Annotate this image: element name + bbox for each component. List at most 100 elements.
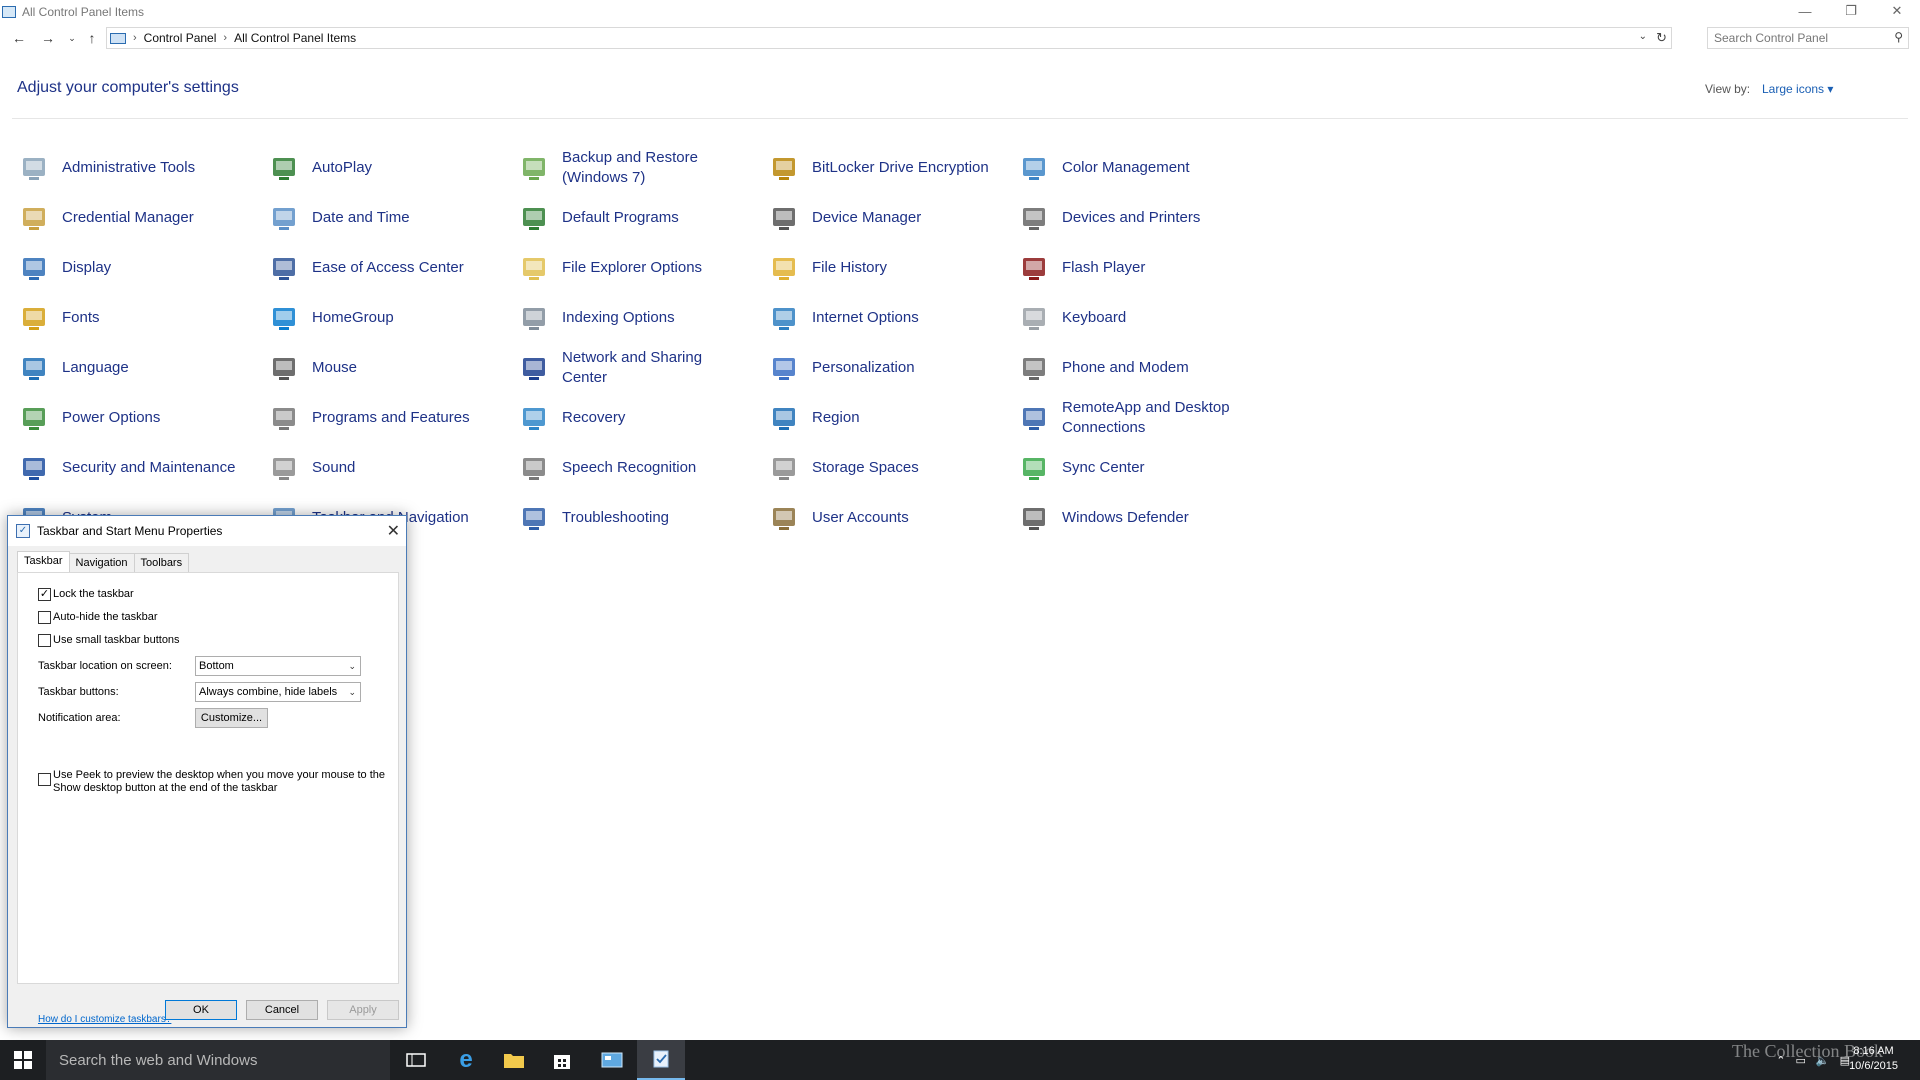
item-network-and-sharing-center[interactable]: Network and Sharing Center [500,346,750,390]
item-autoplay[interactable]: AutoPlay [250,146,500,190]
chevron-up-icon[interactable]: ⌃ [1776,1054,1785,1067]
dialog-close-icon[interactable]: ✕ [387,521,400,541]
item-region[interactable]: Region [750,396,1000,440]
tab-toolbars[interactable]: Toolbars [133,553,190,573]
item-storage-spaces[interactable]: Storage Spaces [750,446,1000,490]
item-label: Color Management [1062,159,1190,176]
clock[interactable]: 8:16 AM 10/6/2015 [1849,1044,1898,1074]
view-by-dropdown[interactable]: Large icons ▾ [1762,82,1833,96]
auto-hide-checkbox[interactable] [38,611,51,624]
item-mouse[interactable]: Mouse [250,346,500,390]
tab-taskbar[interactable]: Taskbar [17,551,70,573]
peek-label: Use Peek to preview the desktop when you… [53,769,386,794]
item-administrative-tools[interactable]: Administrative Tools [0,146,250,190]
item-user-accounts[interactable]: User Accounts [750,496,1000,540]
volume-icon[interactable]: 🔈 [1816,1054,1830,1067]
system-tray: ⌃ ▭ 🔈 ▤ [1776,1040,1850,1080]
back-button[interactable]: ← [9,28,29,48]
peek-option[interactable]: Use Peek to preview the desktop when you… [38,769,388,795]
item-label: Internet Options [812,309,919,326]
up-button[interactable]: ↑ [82,28,102,48]
item-speech-recognition[interactable]: Speech Recognition [500,446,750,490]
ok-button[interactable]: OK [165,1000,237,1020]
help-link[interactable]: How do I customize taskbars? [38,1014,171,1025]
minimize-icon: — [1798,3,1812,19]
taskbar-properties-taskbar-button[interactable] [637,1040,685,1080]
forward-button[interactable]: → [38,28,58,48]
item-indexing-options[interactable]: Indexing Options [500,296,750,340]
item-fonts[interactable]: Fonts [0,296,250,340]
item-security-and-maintenance[interactable]: Security and Maintenance [0,446,250,490]
control-panel-taskbar-button[interactable] [588,1040,636,1080]
customize-button[interactable]: Customize... [195,708,268,728]
refresh-icon[interactable]: ↻ [1656,30,1667,46]
file-explorer-button[interactable] [490,1040,538,1080]
item-color-management[interactable]: Color Management [1000,146,1250,190]
minimize-button[interactable]: — [1782,0,1828,22]
item-label: Security and Maintenance [62,459,236,476]
start-button[interactable] [0,1040,46,1080]
dropdown-arrow-icon: ▾ [1827,82,1834,96]
security-and-maintenance-icon [18,452,50,484]
item-internet-options[interactable]: Internet Options [750,296,1000,340]
item-backup-and-restore-windows-7[interactable]: Backup and Restore (Windows 7) [500,146,750,190]
cancel-button[interactable]: Cancel [246,1000,318,1020]
speech-recognition-icon [518,452,550,484]
item-remoteapp-and-desktop-connections[interactable]: RemoteApp and Desktop Connections [1000,396,1250,440]
item-windows-defender[interactable]: Windows Defender [1000,496,1250,540]
restore-button[interactable]: ❐ [1828,0,1874,22]
item-file-history[interactable]: File History [750,246,1000,290]
item-default-programs[interactable]: Default Programs [500,196,750,240]
item-devices-and-printers[interactable]: Devices and Printers [1000,196,1250,240]
item-keyboard[interactable]: Keyboard [1000,296,1250,340]
recent-locations-button[interactable]: ⌄ [62,28,82,48]
item-sync-center[interactable]: Sync Center [1000,446,1250,490]
item-flash-player[interactable]: Flash Player [1000,246,1250,290]
small-buttons-option[interactable]: Use small taskbar buttons [38,634,180,647]
apply-button[interactable]: Apply [327,1000,399,1020]
item-recovery[interactable]: Recovery [500,396,750,440]
task-view-button[interactable] [392,1040,440,1080]
item-file-explorer-options[interactable]: File Explorer Options [500,246,750,290]
address-dropdown-icon[interactable]: ⌄ [1639,31,1647,42]
item-programs-and-features[interactable]: Programs and Features [250,396,500,440]
edge-button[interactable]: e [442,1040,490,1080]
breadcrumb-all-items[interactable]: All Control Panel Items [234,31,356,45]
item-date-and-time[interactable]: Date and Time [250,196,500,240]
network-icon[interactable]: ▭ [1795,1054,1805,1067]
item-ease-of-access-center[interactable]: Ease of Access Center [250,246,500,290]
item-sound[interactable]: Sound [250,446,500,490]
item-power-options[interactable]: Power Options [0,396,250,440]
ease-of-access-center-icon [268,252,300,284]
item-phone-and-modem[interactable]: Phone and Modem [1000,346,1250,390]
taskbar-search-input[interactable]: Search the web and Windows [46,1040,390,1080]
tab-navigation[interactable]: Navigation [68,553,135,573]
auto-hide-option[interactable]: Auto-hide the taskbar [38,611,158,624]
taskbar-buttons-select[interactable]: Always combine, hide labels ⌄ [195,682,361,702]
item-credential-manager[interactable]: Credential Manager [0,196,250,240]
breadcrumb-control-panel[interactable]: Control Panel [144,31,217,45]
lock-taskbar-option[interactable]: ✓ Lock the taskbar [38,588,134,601]
item-display[interactable]: Display [0,246,250,290]
clock-date: 10/6/2015 [1849,1060,1898,1072]
item-personalization[interactable]: Personalization [750,346,1000,390]
store-button[interactable] [538,1040,586,1080]
search-icon[interactable]: ⚲ [1894,30,1903,44]
item-troubleshooting[interactable]: Troubleshooting [500,496,750,540]
item-language[interactable]: Language [0,346,250,390]
location-select[interactable]: Bottom ⌄ [195,656,361,676]
lock-taskbar-checkbox[interactable]: ✓ [38,588,51,601]
location-value: Bottom [199,660,234,672]
item-label: Default Programs [562,209,679,226]
item-bitlocker-drive-encryption[interactable]: BitLocker Drive Encryption [750,146,1000,190]
close-button[interactable]: ✕ [1874,0,1920,22]
item-device-manager[interactable]: Device Manager [750,196,1000,240]
item-label: Display [62,259,112,276]
search-input[interactable]: Search Control Panel ⚲ [1707,27,1909,49]
file-explorer-options-icon [518,252,550,284]
item-homegroup[interactable]: HomeGroup [250,296,500,340]
small-buttons-checkbox[interactable] [38,634,51,647]
peek-checkbox[interactable] [38,773,51,786]
address-bar[interactable]: › Control Panel › All Control Panel Item… [106,27,1672,49]
devices-and-printers-icon [1018,202,1050,234]
